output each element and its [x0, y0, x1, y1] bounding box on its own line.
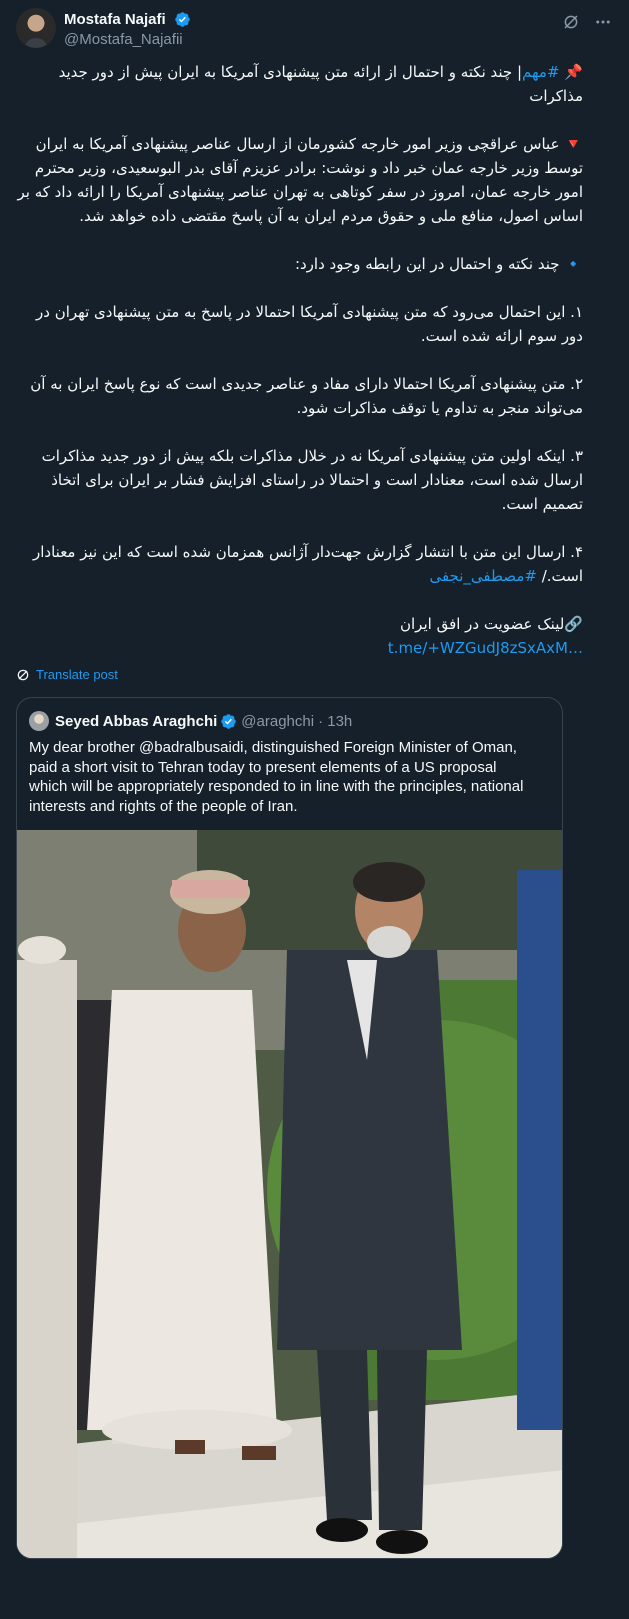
membership-url-link[interactable]: t.me/+WZGudJ8zSxAxM…	[388, 639, 583, 657]
quoted-author-avatar	[29, 711, 49, 731]
blue-diamond-icon: 🔹	[564, 255, 583, 273]
photo-illustration	[17, 830, 562, 1558]
grok-icon[interactable]	[561, 12, 581, 32]
author-avatar[interactable]	[16, 8, 56, 48]
translate-post-label: Translate post	[36, 667, 118, 682]
author-hashtag-link[interactable]: #مصطفی_نجفی	[429, 567, 536, 585]
quoted-tweet-header: Seyed Abbas Araghchi @araghchi · 13h	[29, 710, 352, 732]
red-triangle-icon: 🔻	[564, 135, 583, 153]
translate-icon	[17, 669, 29, 680]
membership-line: 🔗لینک عضویت در افق ایران	[16, 612, 583, 636]
post-title: 📌 #مهم| چند نکته و احتمال از ارائه متن پ…	[16, 60, 583, 108]
translate-post-button[interactable]: Translate post	[16, 667, 118, 682]
point-4: ۴. ارسال این متن با انتشار گزارش جهت‌دار…	[16, 540, 583, 588]
author-display-name[interactable]: Mostafa Najafi	[64, 11, 166, 28]
quoted-timestamp: · 13h	[318, 712, 353, 730]
verified-badge-icon	[221, 713, 237, 729]
membership-label: لینک عضویت در افق ایران	[400, 615, 565, 633]
author-names: Mostafa Najafi @Mostafa_Najafii	[64, 9, 191, 48]
post-title-text: | چند نکته و احتمال از ارائه متن پیشنهاد…	[58, 63, 583, 105]
tweet: Mostafa Najafi @Mostafa_Najafii 📌 #مهم| …	[0, 0, 629, 1619]
hashtag-link[interactable]: #مهم	[522, 63, 560, 81]
verified-badge-icon	[175, 12, 190, 27]
points-heading-text: چند نکته و احتمال در این رابطه وجود دارد…	[294, 255, 560, 273]
point-2: ۲. متن پیشنهادی آمریکا احتمالا دارای مفا…	[30, 375, 583, 417]
quoted-tweet[interactable]: Seyed Abbas Araghchi @araghchi · 13h My …	[16, 697, 563, 1559]
pushpin-icon: 📌	[564, 63, 583, 81]
paragraph-points-heading: 🔹 چند نکته و احتمال در این رابطه وجود دا…	[16, 252, 583, 276]
tweet-header: Mostafa Najafi @Mostafa_Najafii	[16, 8, 613, 52]
quoted-author-name: Seyed Abbas Araghchi	[55, 712, 218, 730]
paragraph-intro-text: عباس عراقچی وزیر امور خارجه کشورمان از ا…	[17, 135, 583, 225]
point-3: ۳. اینکه اولین متن پیشنهادی آمریکا نه در…	[41, 447, 583, 513]
link-icon: 🔗	[564, 615, 583, 633]
paragraph-intro: 🔻 عباس عراقچی وزیر امور خارجه کشورمان از…	[16, 132, 583, 228]
tweet-text: 📌 #مهم| چند نکته و احتمال از ارائه متن پ…	[16, 60, 583, 660]
more-options-icon[interactable]	[593, 12, 613, 32]
header-actions	[561, 12, 613, 32]
membership-url-line: t.me/+WZGudJ8zSxAxM…	[16, 636, 583, 660]
point-1: ۱. این احتمال می‌رود که متن پیشنهادی آمر…	[36, 303, 583, 345]
author-handle[interactable]: @Mostafa_Najafii	[64, 31, 191, 48]
quoted-tweet-photo[interactable]	[17, 830, 562, 1558]
quoted-tweet-text: My dear brother @badralbusaidi, distingu…	[29, 739, 524, 815]
quoted-author-handle: @araghchi	[241, 712, 315, 730]
